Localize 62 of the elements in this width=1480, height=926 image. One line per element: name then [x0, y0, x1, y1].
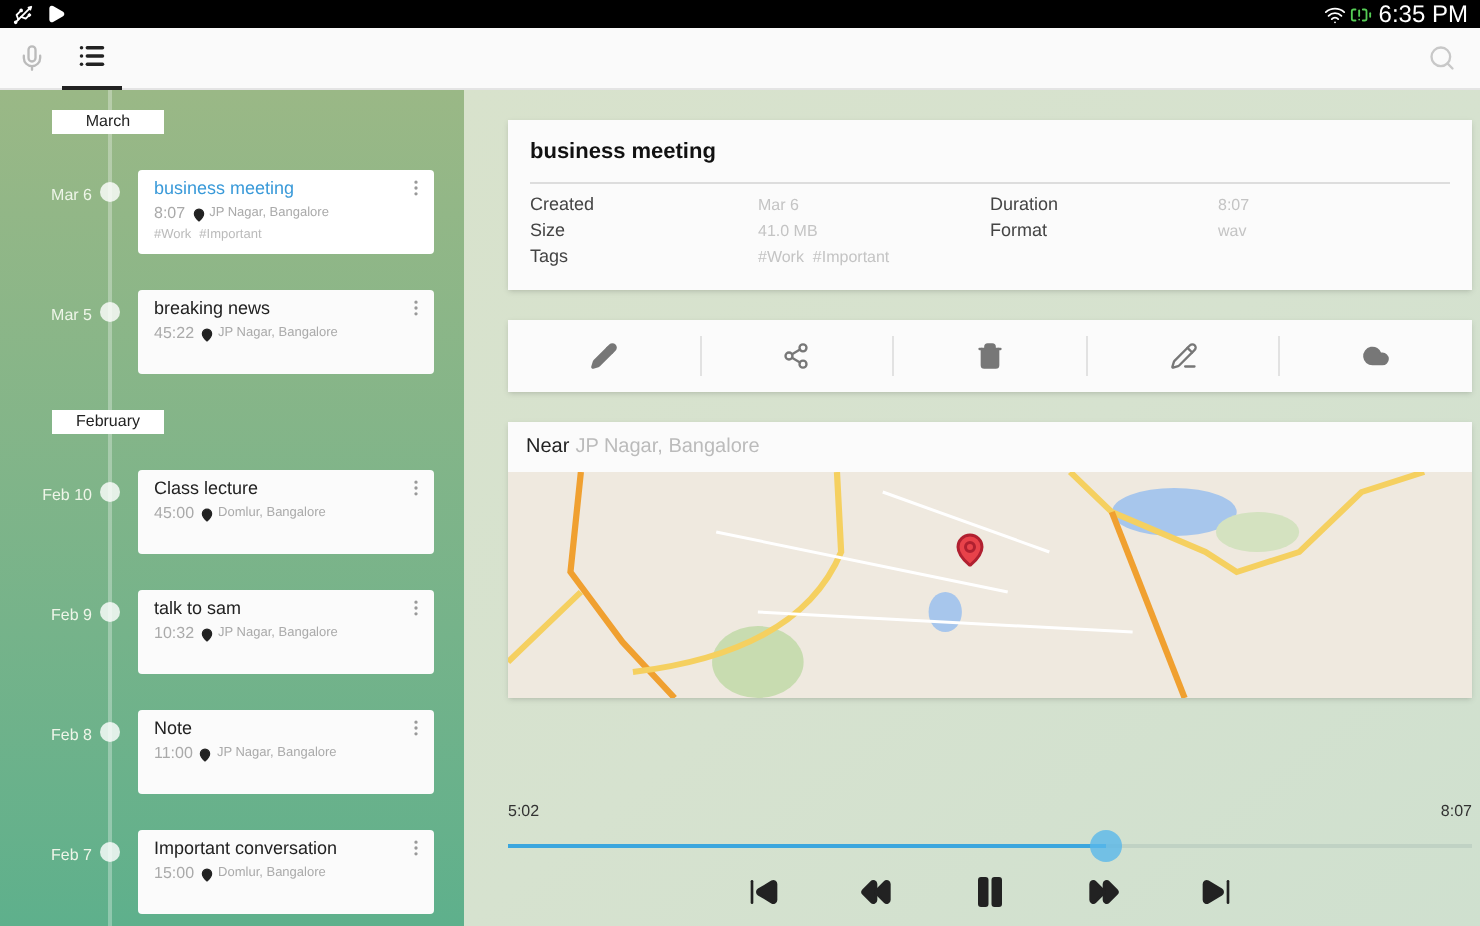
wifi-icon [1324, 3, 1347, 25]
seek-slider[interactable] [508, 830, 1472, 862]
entry-date: Feb 9 [49, 604, 92, 628]
timeline-node [100, 482, 120, 502]
map-place: JP Nagar, Bangalore [575, 433, 760, 461]
entry-duration: 15:00 [154, 864, 195, 885]
rewind-icon[interactable] [860, 876, 892, 908]
month-header: February [52, 410, 164, 434]
usb-icon [12, 3, 34, 25]
entry-duration: 45:22 [154, 324, 195, 345]
play-icon [46, 4, 66, 24]
elapsed-time: 5:02 [508, 800, 540, 824]
trash-icon [975, 341, 1004, 369]
location-pin-icon [198, 747, 213, 762]
map-label: Near [526, 433, 570, 461]
entry-date: Feb 7 [49, 844, 92, 868]
entry-date: Feb 10 [40, 484, 92, 508]
share-icon [782, 341, 811, 369]
timeline-node [100, 842, 120, 862]
month-header: March [52, 110, 164, 134]
pencil-icon [589, 341, 618, 369]
entry-duration: 11:00 [154, 744, 193, 765]
location-pin-icon [200, 627, 215, 642]
pause-icon[interactable] [972, 874, 1008, 910]
battery-icon [1350, 3, 1373, 25]
field-label: Format [990, 218, 1050, 245]
timeline-node [100, 302, 120, 322]
entry-title: Class lecture [154, 478, 259, 501]
entry-duration: 45:00 [154, 504, 195, 525]
map-pin-icon [952, 531, 988, 567]
entry-title: business meeting [154, 178, 295, 201]
timeline-node [100, 602, 120, 622]
total-time: 8:07 [1440, 800, 1472, 824]
location-pin-icon [200, 507, 215, 522]
field-label: Size [530, 218, 568, 245]
entry-duration: 10:32 [154, 624, 195, 645]
clock-time: 6:35 PM [1378, 2, 1468, 26]
details-title: business meeting [530, 136, 1450, 183]
entry-date: Feb 8 [49, 724, 92, 748]
entry-date: Mar 6 [49, 184, 92, 208]
entry-title: talk to sam [154, 598, 242, 621]
field-label: Created [530, 192, 597, 219]
timeline-node [100, 722, 120, 742]
timeline-node [100, 182, 120, 202]
seek-thumb[interactable] [1089, 830, 1122, 862]
location-pin-icon [191, 207, 206, 222]
pencil-outline-icon [1169, 341, 1198, 369]
microphone-icon [18, 44, 46, 72]
cloud-icon [1362, 341, 1391, 369]
field-label: Tags [530, 244, 571, 271]
entry-date: Mar 5 [49, 304, 92, 328]
entry-title: Important conversation [154, 838, 338, 861]
location-pin-icon [200, 327, 215, 342]
fast-forward-icon[interactable] [1088, 876, 1120, 908]
entry-title: breaking news [154, 298, 271, 321]
skip-back-icon[interactable] [748, 876, 780, 908]
location-pin-icon [200, 867, 215, 882]
field-label: Duration [990, 192, 1061, 219]
entry-title: Note [154, 718, 193, 741]
list-icon [78, 42, 106, 70]
skip-forward-icon[interactable] [1200, 876, 1232, 908]
entry-duration: 8:07 [154, 204, 186, 225]
